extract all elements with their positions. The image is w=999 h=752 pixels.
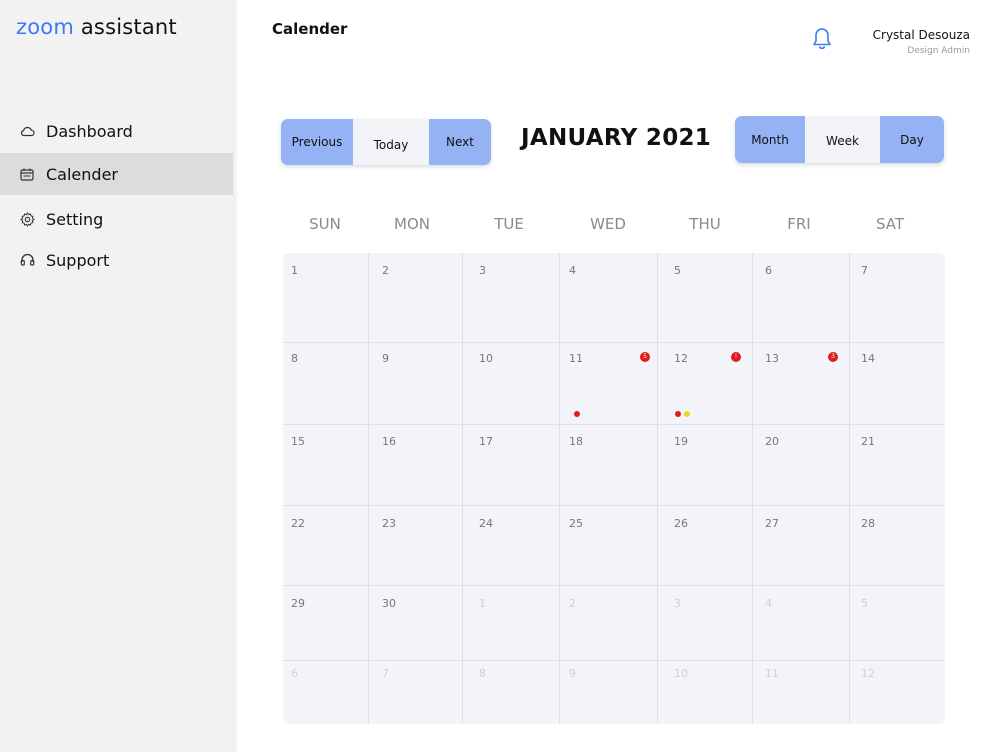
calendar-day-cell[interactable]: 14 [861, 352, 875, 365]
sidebar-item-label: Setting [46, 209, 104, 229]
calendar-day-cell[interactable]: 13 [765, 352, 779, 365]
next-button[interactable]: Next [429, 119, 491, 165]
weekday-label: SUN [309, 215, 341, 233]
calendar-day-cell[interactable]: 8 [479, 667, 486, 680]
calendar-day-cell[interactable]: 6 [291, 667, 298, 680]
grid-column-divider [462, 253, 463, 724]
event-count-badge[interactable]: 3 [828, 352, 838, 362]
event-count-badge[interactable]: ! [731, 352, 741, 362]
event-dot[interactable] [684, 411, 690, 417]
weekday-label: MON [394, 215, 430, 233]
sidebar-item-setting[interactable]: Setting [0, 198, 233, 240]
calendar-day-cell[interactable]: 16 [382, 435, 396, 448]
sidebar-item-support[interactable]: Support [0, 239, 233, 281]
calendar-day-cell[interactable]: 29 [291, 597, 305, 610]
calendar-day-cell[interactable]: 10 [674, 667, 688, 680]
calendar-day-cell[interactable]: 12 [674, 352, 688, 365]
grid-column-divider [657, 253, 658, 724]
grid-row-divider [283, 424, 945, 425]
weekday-label: WED [590, 215, 626, 233]
calendar-day-cell[interactable]: 1 [479, 597, 486, 610]
event-dot[interactable] [574, 411, 580, 417]
calendar-day-cell[interactable]: 2 [382, 264, 389, 277]
user-role: Design Admin [907, 46, 970, 56]
calendar-day-cell[interactable]: 27 [765, 517, 779, 530]
week-view-button[interactable]: Week [805, 116, 880, 163]
calendar-day-cell[interactable]: 8 [291, 352, 298, 365]
calendar-day-cell[interactable]: 28 [861, 517, 875, 530]
calendar-day-cell[interactable]: 23 [382, 517, 396, 530]
headset-icon [19, 252, 35, 268]
calendar-day-cell[interactable]: 6 [765, 264, 772, 277]
day-view-button[interactable]: Day [880, 116, 944, 163]
sidebar: zoom assistant Dashboard Calender Settin… [0, 0, 233, 752]
grid-row-divider [283, 342, 945, 343]
month-view-button[interactable]: Month [735, 116, 805, 163]
calendar-day-cell[interactable]: 7 [382, 667, 389, 680]
view-toggle-group: Month Week Day [735, 116, 944, 163]
gear-icon [19, 211, 35, 227]
logo-zoom: zoom [16, 15, 74, 39]
calendar-day-cell[interactable]: 11 [765, 667, 779, 680]
sidebar-item-calender[interactable]: Calender [0, 153, 233, 195]
event-dot[interactable] [675, 411, 681, 417]
grid-column-divider [368, 253, 369, 724]
previous-button[interactable]: Previous [281, 119, 353, 165]
grid-row-divider [283, 505, 945, 506]
calendar-day-cell[interactable]: 5 [674, 264, 681, 277]
calendar-day-cell[interactable]: 1 [291, 264, 298, 277]
app-logo[interactable]: zoom assistant [16, 15, 177, 39]
calendar-day-cell[interactable]: 25 [569, 517, 583, 530]
calendar-day-cell[interactable]: 3 [674, 597, 681, 610]
month-grid: 1 2 3 4 5 6 7 8 9 10 11 12 13 14 15 16 17 18 19 20 21 22 23 24 2… [283, 253, 945, 724]
calendar-icon [19, 166, 35, 182]
weekday-label: THU [689, 215, 721, 233]
sidebar-item-label: Support [46, 250, 110, 270]
calendar-day-cell[interactable]: 26 [674, 517, 688, 530]
grid-row-divider [283, 585, 945, 586]
calendar-day-cell[interactable]: 4 [765, 597, 772, 610]
page-title: Calender [272, 20, 348, 38]
calendar-day-cell[interactable]: 7 [861, 264, 868, 277]
calendar-day-cell[interactable]: 2 [569, 597, 576, 610]
weekday-label: FRI [787, 215, 811, 233]
calendar-day-cell[interactable]: 9 [569, 667, 576, 680]
calendar-day-cell[interactable]: 4 [569, 264, 576, 277]
calendar-day-cell[interactable]: 12 [861, 667, 875, 680]
sidebar-item-dashboard[interactable]: Dashboard [0, 110, 233, 152]
cloud-icon [19, 123, 35, 139]
calendar-day-cell[interactable]: 17 [479, 435, 493, 448]
calendar-day-cell[interactable]: 30 [382, 597, 396, 610]
weekday-label: TUE [494, 215, 524, 233]
user-name[interactable]: Crystal Desouza [873, 28, 970, 42]
sidebar-item-label: Calender [46, 164, 118, 184]
calendar-day-cell[interactable]: 18 [569, 435, 583, 448]
calendar-day-cell[interactable]: 5 [861, 597, 868, 610]
calendar-day-cell[interactable]: 11 [569, 352, 583, 365]
calendar-day-cell[interactable]: 22 [291, 517, 305, 530]
today-button[interactable]: Today [353, 119, 429, 165]
date-nav-group: Previous Today Next [281, 119, 491, 165]
weekday-label: SAT [875, 215, 905, 233]
sidebar-divider [233, 0, 239, 752]
event-count-badge[interactable]: 5 [640, 352, 650, 362]
month-title: JANUARY 2021 [521, 125, 712, 151]
calendar-day-cell[interactable]: 21 [861, 435, 875, 448]
calendar-day-cell[interactable]: 3 [479, 264, 486, 277]
grid-column-divider [849, 253, 850, 724]
sidebar-item-label: Dashboard [46, 121, 133, 141]
calendar-day-cell[interactable]: 19 [674, 435, 688, 448]
calendar-day-cell[interactable]: 20 [765, 435, 779, 448]
calendar-day-cell[interactable]: 10 [479, 352, 493, 365]
logo-assistant: assistant [73, 15, 177, 39]
grid-row-divider [283, 660, 945, 661]
calendar-day-cell[interactable]: 24 [479, 517, 493, 530]
grid-column-divider [559, 253, 560, 724]
calendar-day-cell[interactable]: 9 [382, 352, 389, 365]
calendar-day-cell[interactable]: 15 [291, 435, 305, 448]
grid-column-divider [752, 253, 753, 724]
bell-icon[interactable] [811, 27, 833, 51]
